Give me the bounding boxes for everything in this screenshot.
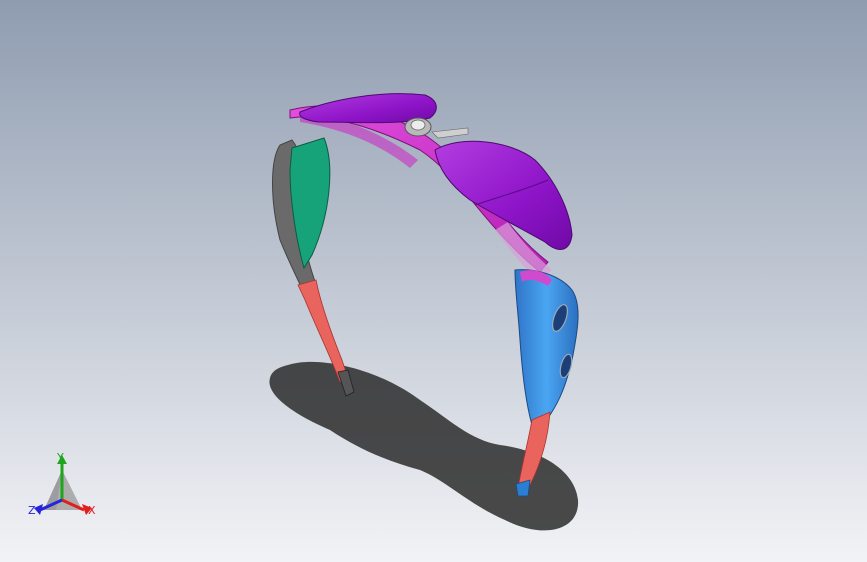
z-axis-label: Z [28,504,36,517]
graphics-viewport[interactable]: Y X Z [0,0,867,562]
viewport-background [0,0,867,562]
3d-scene[interactable] [0,0,867,562]
y-axis-label: Y [57,451,64,464]
x-axis-label: X [88,504,96,517]
